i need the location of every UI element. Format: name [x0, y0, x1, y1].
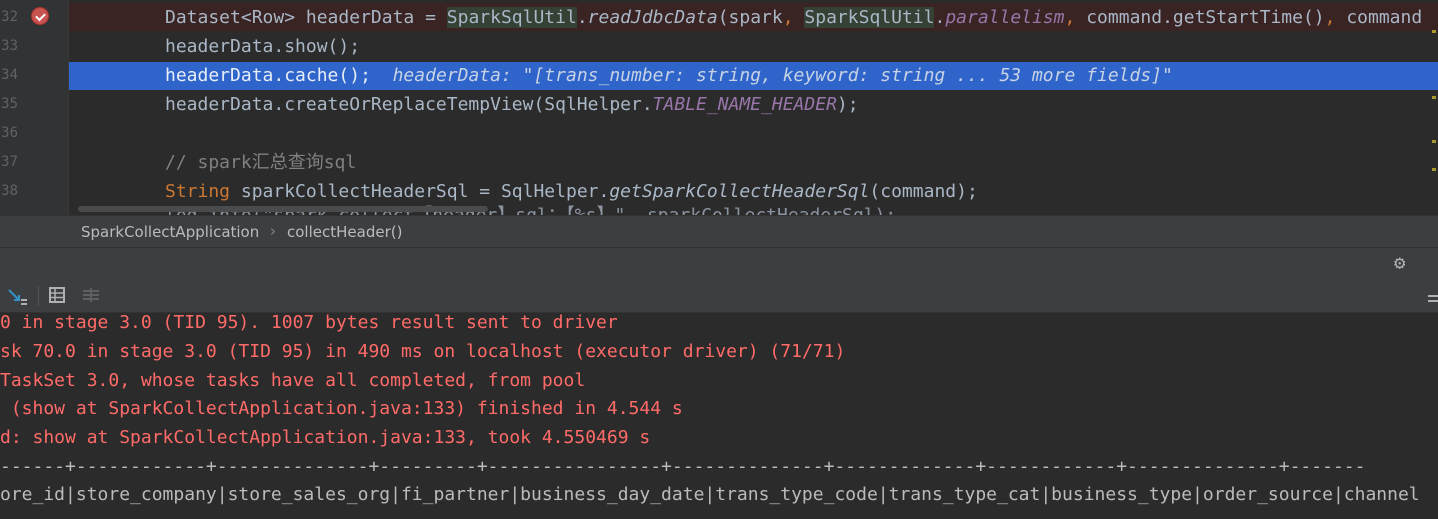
gutter-divider: [68, 0, 69, 215]
horizontal-scrollbar[interactable]: [78, 206, 488, 212]
console-toolbar: [0, 278, 1438, 313]
line-number: 33: [1, 38, 18, 54]
code-text: sparkCollectHeaderSql = SqlHelper.: [230, 181, 610, 202]
comma: ,: [1064, 7, 1087, 28]
code-line-35[interactable]: headerData.createOrReplaceTempView(SqlHe…: [165, 90, 859, 119]
class-ref: SparkSqlUtil: [446, 7, 577, 28]
warning-stripe[interactable]: [1432, 30, 1436, 33]
line-number: 32: [1, 9, 18, 25]
code-editor[interactable]: 32 33 34 35 36 37 38 Dataset<Row> header…: [0, 0, 1438, 215]
code-text: (spark: [717, 7, 783, 28]
breadcrumb-class[interactable]: SparkCollectApplication: [81, 223, 259, 241]
line-number: 34: [1, 67, 18, 83]
table-border: ------+------------+--------------+-----…: [0, 456, 1366, 477]
line-number: 37: [1, 154, 18, 170]
inline-debug-value: headerData: "[trans_number: string, keyw…: [392, 65, 1173, 86]
warning-stripe[interactable]: [1432, 96, 1436, 99]
code-line-32[interactable]: Dataset<Row> headerData = SparkSqlUtil.r…: [165, 3, 1422, 32]
code-text: headerData.cache();: [165, 65, 371, 86]
line-number-gutter[interactable]: 32 33 34 35 36 37 38: [0, 0, 68, 215]
code-text: command.getStartTime(): [1086, 7, 1325, 28]
static-method: getSparkCollectHeaderSql: [609, 181, 870, 202]
line-number: 35: [1, 96, 18, 112]
code-line-33[interactable]: headerData.show();: [165, 32, 360, 61]
breadcrumb-method[interactable]: collectHeader(): [287, 223, 402, 241]
static-field: TABLE_NAME_HEADER: [652, 94, 837, 115]
code-line-34[interactable]: headerData.cache(); headerData: "[trans_…: [165, 61, 1173, 90]
code-text: .: [576, 7, 588, 28]
warning-stripe[interactable]: [1432, 168, 1436, 171]
code-text: (command);: [869, 181, 978, 202]
code-text: .: [934, 7, 946, 28]
code-comment[interactable]: // spark汇总查询sql: [165, 148, 356, 177]
gear-icon[interactable]: ⚙: [1394, 253, 1414, 273]
code-text: );: [836, 94, 859, 115]
code-text: Dataset<Row> headerData =: [165, 7, 447, 28]
static-field: parallelism: [945, 7, 1065, 28]
columns-icon[interactable]: [82, 287, 100, 303]
table-header: ore_id|store_company|store_sales_org|fi_…: [0, 484, 1420, 505]
scroll-to-end-icon[interactable]: [7, 287, 29, 305]
breadcrumb: SparkCollectApplication › collectHeader(…: [0, 215, 1438, 248]
code-text: headerData.createOrReplaceTempView(SqlHe…: [165, 94, 653, 115]
log-line: TaskSet 3.0, whose tasks have all comple…: [0, 370, 586, 391]
keyword: String: [165, 181, 231, 202]
log-line: 0 in stage 3.0 (TID 95). 1007 bytes resu…: [0, 313, 618, 333]
run-tool-header: [0, 248, 1438, 278]
log-line: sk 70.0 in stage 3.0 (TID 95) in 490 ms …: [0, 341, 846, 362]
class-ref: SparkSqlUtil: [804, 7, 935, 28]
log-line: d: show at SparkCollectApplication.java:…: [0, 427, 651, 448]
line-number: 38: [1, 183, 18, 199]
breadcrumb-separator: ›: [270, 222, 276, 240]
log-line: (show at SparkCollectApplication.java:13…: [0, 398, 683, 419]
code-text: command: [1346, 7, 1423, 28]
comma: ,: [1324, 7, 1347, 28]
table-icon[interactable]: [49, 287, 65, 303]
warning-stripe[interactable]: [1432, 140, 1436, 143]
console-output[interactable]: 0 in stage 3.0 (TID 95). 1007 bytes resu…: [0, 313, 1438, 519]
toolbar-separator: [38, 286, 39, 306]
static-method: readJdbcData: [587, 7, 718, 28]
comma: ,: [782, 7, 805, 28]
line-number: 36: [1, 125, 18, 141]
menu-icon[interactable]: [1428, 291, 1438, 303]
breakpoint-icon[interactable]: [32, 8, 48, 24]
